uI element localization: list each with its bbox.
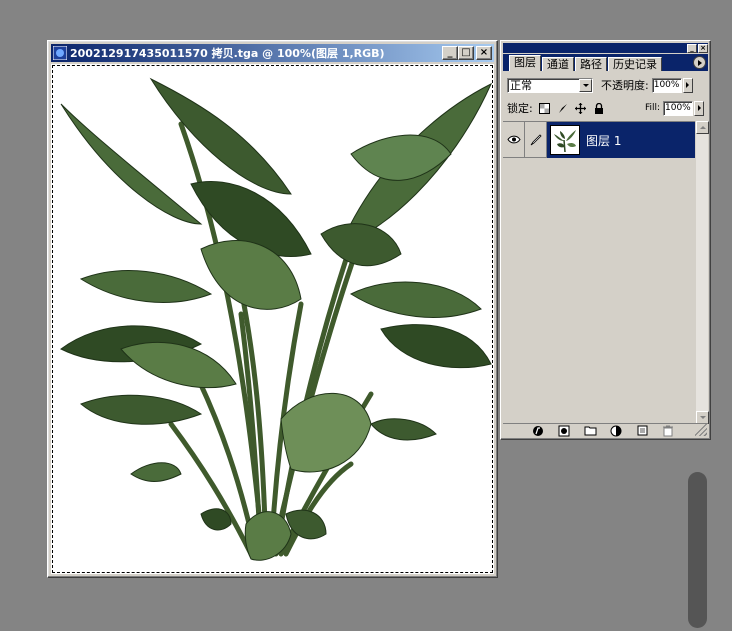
- resize-grip[interactable]: [695, 424, 707, 436]
- minimize-button[interactable]: _: [442, 46, 458, 60]
- tab-layers[interactable]: 图层: [509, 55, 541, 71]
- maximize-icon: □: [461, 47, 471, 58]
- scroll-up-button[interactable]: [696, 121, 709, 134]
- image-canvas[interactable]: [51, 64, 494, 574]
- document-titlebar[interactable]: 200212917435011570 拷贝.tga @ 100%(图层 1,RG…: [51, 44, 494, 62]
- lock-label: 锁定:: [507, 102, 533, 115]
- opacity-label: 不透明度:: [601, 79, 649, 92]
- tab-paths[interactable]: 路径: [575, 57, 607, 71]
- minimize-icon: _: [447, 47, 453, 58]
- layer-thumbnail: [550, 125, 580, 155]
- lock-all-icon[interactable]: [593, 102, 605, 114]
- photoshop-app-icon: [53, 46, 67, 60]
- new-set-icon[interactable]: [583, 425, 597, 437]
- document-title: 200212917435011570 拷贝.tga @ 100%(图层 1,RG…: [70, 47, 385, 60]
- layer-mask-icon[interactable]: [557, 425, 571, 437]
- opacity-slider-button[interactable]: [682, 77, 693, 93]
- blend-mode-select[interactable]: 正常: [507, 77, 593, 93]
- layers-scrollbar[interactable]: [695, 121, 709, 424]
- workspace-scroll-thumb[interactable]: [688, 472, 707, 628]
- eye-icon: [506, 135, 521, 144]
- close-icon: ×: [700, 43, 706, 52]
- close-icon: ×: [479, 47, 489, 58]
- palette-titlebar[interactable]: _ ×: [503, 43, 708, 53]
- tab-channels[interactable]: 通道: [542, 57, 574, 71]
- adjustment-layer-icon[interactable]: [609, 425, 623, 437]
- lock-row: 锁定: Fill: 100%: [507, 99, 704, 117]
- layer-style-icon[interactable]: [531, 425, 545, 437]
- minimize-icon: _: [690, 43, 694, 52]
- layer-visibility-toggle[interactable]: [503, 122, 525, 158]
- brush-icon: [530, 133, 542, 145]
- blend-row: 正常 不透明度: 100%: [507, 76, 704, 94]
- blend-mode-value: 正常: [510, 79, 532, 92]
- palette-tabs: 图层 通道 路径 历史记录: [503, 54, 708, 71]
- trash-icon[interactable]: [661, 425, 675, 437]
- close-button[interactable]: ×: [476, 46, 492, 60]
- document-window[interactable]: 200212917435011570 拷贝.tga @ 100%(图层 1,RG…: [47, 40, 498, 578]
- tab-history[interactable]: 历史记录: [608, 57, 662, 71]
- fill-field[interactable]: 100%: [663, 100, 693, 116]
- layer-row[interactable]: 图层 1: [503, 122, 695, 158]
- palette-bottom-bar: [503, 423, 708, 437]
- chevron-down-icon[interactable]: [579, 78, 592, 92]
- fill-label: Fill:: [644, 103, 660, 113]
- plant-image: [60, 77, 493, 561]
- palette-menu-icon[interactable]: [693, 56, 706, 69]
- layer-link-toggle[interactable]: [525, 122, 547, 158]
- lock-transparency-icon[interactable]: [539, 102, 551, 114]
- lock-paint-icon[interactable]: [557, 102, 569, 114]
- palette-close-button[interactable]: ×: [698, 43, 708, 53]
- layers-list[interactable]: 图层 1: [503, 121, 695, 424]
- new-layer-icon[interactable]: [635, 425, 649, 437]
- lock-move-icon[interactable]: [575, 102, 587, 114]
- layers-palette[interactable]: _ × 图层 通道 路径 历史记录 正常 不透明度: 100% 锁定: Fill…: [500, 40, 711, 440]
- maximize-button[interactable]: □: [458, 46, 474, 60]
- fill-slider-button[interactable]: [694, 100, 704, 116]
- palette-minimize-button[interactable]: _: [687, 43, 697, 53]
- opacity-field[interactable]: 100%: [651, 77, 682, 93]
- layer-name: 图层 1: [586, 133, 622, 148]
